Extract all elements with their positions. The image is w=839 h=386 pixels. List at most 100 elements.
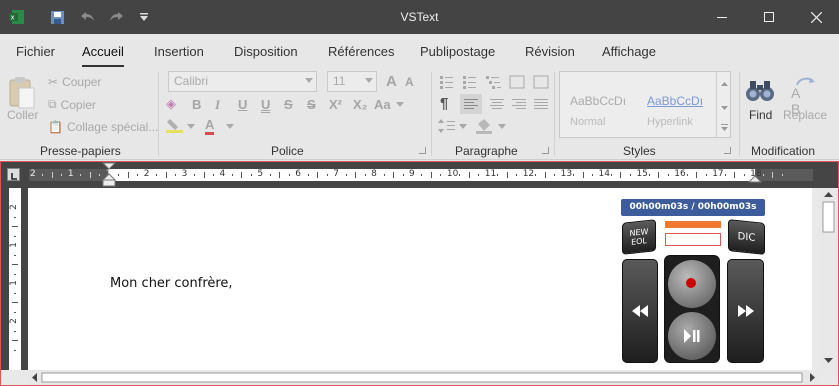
ruler-tick [231, 174, 233, 176]
styles-gallery[interactable]: AaBbCcDı Normal AaBbCcDı Hyperlink [559, 71, 731, 138]
replace-icon[interactable]: A B [789, 75, 821, 117]
tab-revision[interactable]: Révision [525, 44, 575, 59]
paste-special-label: Collage spécial... [66, 120, 159, 134]
line-spacing-button[interactable] [438, 118, 468, 134]
grow-font-button[interactable]: A [386, 73, 397, 90]
vertical-ruler-tick [14, 349, 16, 351]
subscript-button[interactable]: X₂ [353, 97, 367, 112]
styles-scroll[interactable] [716, 72, 731, 137]
align-left-button[interactable] [460, 94, 482, 114]
paragraph-dialog-launcher-icon[interactable] [542, 147, 549, 154]
superscript-button[interactable]: X² [329, 97, 342, 112]
binoculars-icon[interactable] [744, 77, 776, 105]
show-formatting-button[interactable]: ¶ [440, 95, 448, 112]
ruler-number: 7 [333, 169, 339, 179]
ruler-tick [317, 172, 319, 178]
app-window: x VSText Fichier Accueil Insertion Dispo… [0, 0, 839, 386]
vertical-ruler-strip [9, 188, 21, 370]
minimize-button[interactable] [699, 0, 745, 34]
tab-fichier[interactable]: Fichier [16, 44, 55, 59]
style-hyperlink-preview[interactable]: AaBbCcDı [647, 94, 703, 108]
find-button[interactable]: Find [749, 108, 772, 122]
rewind-button[interactable] [622, 259, 658, 363]
underline-button[interactable]: U [238, 97, 247, 112]
ruler-tick [241, 172, 243, 178]
vertical-ruler-tick [12, 264, 18, 265]
align-center-button[interactable] [486, 94, 508, 114]
chevron-down-icon[interactable] [226, 124, 234, 129]
right-indent-icon[interactable] [748, 174, 762, 184]
ruler-tick [165, 172, 167, 178]
style-normal-preview[interactable]: AaBbCcDı [570, 94, 626, 108]
chevron-down-icon[interactable] [187, 124, 195, 129]
tab-insertion[interactable]: Insertion [154, 44, 204, 59]
change-case-button[interactable]: Aa [374, 97, 391, 112]
ruler-tick [544, 172, 546, 178]
ruler-tick [118, 174, 120, 176]
ruler-tick [734, 172, 736, 178]
align-right-button[interactable] [508, 94, 530, 114]
strikethrough-button[interactable]: S [284, 97, 293, 112]
replace-button[interactable]: Replace [783, 108, 827, 122]
ruler-tick [156, 174, 158, 176]
double-strikethrough-button[interactable]: S [307, 97, 316, 112]
ruler-tick [51, 172, 53, 178]
horizontal-ruler[interactable]: 21123456789101112131415161718 [1, 162, 838, 188]
fast-forward-button[interactable] [727, 259, 764, 363]
recording-level-bar [665, 233, 721, 246]
volume-level-bar[interactable] [665, 221, 721, 228]
line-spacing-icon [438, 119, 467, 133]
horizontal-scrollbar[interactable] [28, 370, 819, 385]
font-color-button[interactable]: A [205, 118, 215, 135]
tab-stop-selector[interactable] [7, 168, 20, 181]
ruler-tick [288, 174, 290, 176]
vertical-ruler-tick [14, 311, 16, 313]
highlight-color-icon[interactable] [166, 118, 183, 133]
cut-button[interactable]: ✂ Couper [48, 75, 101, 89]
shading-button[interactable] [476, 118, 510, 134]
ribbon-separator [158, 72, 159, 156]
time-display: 00h00m03s / 00h00m03s [621, 199, 765, 216]
tab-accueil[interactable]: Accueil [82, 44, 124, 59]
new-eol-button[interactable]: NEW EOL [622, 219, 656, 255]
shrink-font-button[interactable]: A [405, 75, 414, 89]
justify-button[interactable] [530, 94, 552, 114]
ruler-tick [478, 174, 480, 176]
tab-disposition[interactable]: Disposition [234, 44, 298, 59]
play-pause-button[interactable] [668, 312, 716, 360]
maximize-button[interactable] [746, 0, 792, 34]
vertical-ruler-tick [12, 340, 18, 341]
record-button[interactable] [668, 260, 716, 308]
clipboard-group-label: Presse-papiers [40, 144, 121, 158]
first-line-indent-icon[interactable] [102, 162, 116, 188]
paste-special-button[interactable]: 📋 Collage spécial... [48, 120, 158, 134]
close-button[interactable] [793, 0, 839, 34]
ruler-tick [393, 172, 395, 178]
font-size-combo[interactable]: 11 [327, 71, 377, 92]
font-name-combo[interactable]: Calibri [168, 71, 317, 92]
copy-button[interactable]: ⧉ Copier [48, 97, 96, 112]
ruler-tick [724, 174, 726, 176]
ruler-tick [307, 174, 309, 176]
ruler-tick [648, 174, 650, 176]
document-text[interactable]: Mon cher confrère, [110, 276, 233, 291]
ruler-number: 12 [522, 169, 535, 179]
double-underline-button[interactable]: U [261, 97, 270, 112]
dic-button[interactable]: DIC [728, 219, 765, 255]
tab-affichage[interactable]: Affichage [602, 44, 656, 59]
ruler-tick [554, 174, 556, 176]
ruler-tick [592, 174, 594, 176]
styles-dialog-launcher-icon[interactable] [724, 147, 731, 154]
tab-publipostage[interactable]: Publipostage [420, 44, 495, 59]
paste-button[interactable]: Coller [7, 108, 38, 122]
vertical-scrollbar[interactable] [819, 188, 838, 370]
italic-button[interactable]: I [215, 97, 220, 113]
chevron-down-icon[interactable] [396, 102, 404, 107]
clear-format-icon[interactable]: ◈ [166, 96, 176, 112]
tab-references[interactable]: Références [328, 44, 394, 59]
ruler-tick [516, 174, 518, 176]
dic-label: DIC [737, 230, 756, 244]
font-dialog-launcher-icon[interactable] [419, 147, 426, 154]
chevron-down-icon [365, 78, 373, 83]
bold-button[interactable]: B [192, 97, 201, 112]
